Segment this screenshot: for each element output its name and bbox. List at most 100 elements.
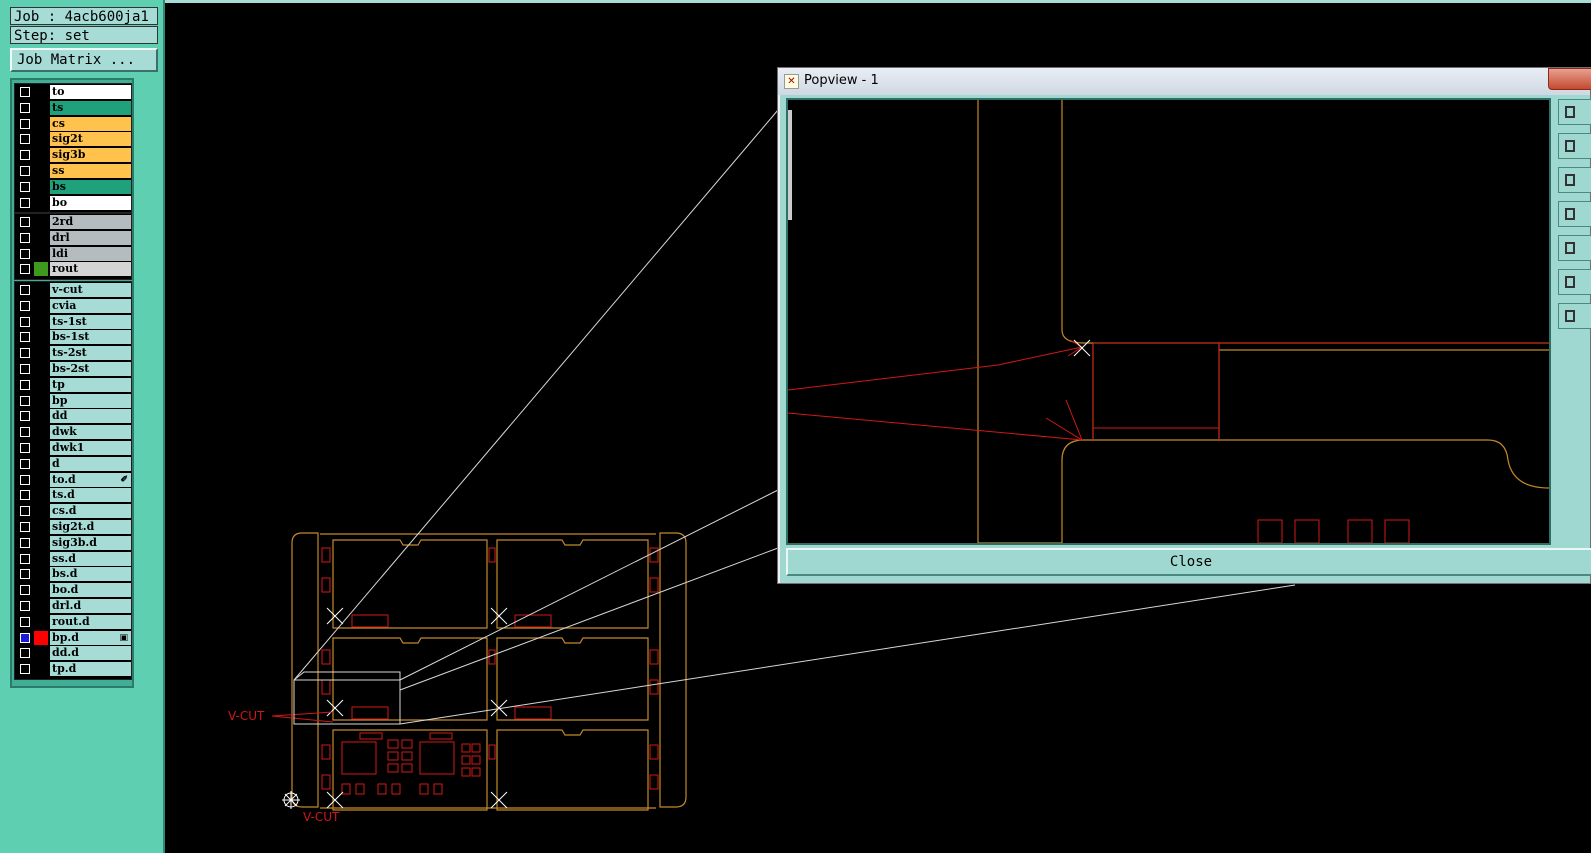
layer-row-v-cut[interactable]: v-cut [15, 283, 131, 297]
layer-color-swatch[interactable] [34, 567, 48, 582]
layer-color-swatch[interactable] [34, 362, 48, 376]
layer-name[interactable]: bs-1st [50, 330, 131, 345]
layer-color-swatch[interactable] [34, 195, 48, 210]
layer-checkbox[interactable] [20, 427, 30, 438]
layer-checkbox[interactable] [20, 648, 30, 659]
layer-color-swatch[interactable] [34, 314, 48, 329]
layer-name[interactable]: tp [50, 377, 131, 392]
layer-color-swatch[interactable] [34, 148, 48, 163]
layer-checkbox[interactable] [20, 395, 30, 406]
layer-checkbox[interactable] [20, 537, 30, 548]
layer-color-swatch[interactable] [34, 262, 48, 277]
layer-row-drl.d[interactable]: drl.d [15, 599, 131, 613]
layer-name[interactable]: bp [50, 393, 131, 408]
popview-viewport[interactable] [786, 98, 1551, 545]
layer-checkbox[interactable] [20, 364, 30, 374]
layer-name[interactable]: bs.d [50, 567, 131, 582]
layer-row-dd[interactable]: dd [15, 409, 131, 424]
layer-row-tp[interactable]: tp [15, 377, 131, 392]
layer-checkbox[interactable] [20, 664, 30, 675]
layer-row-drl[interactable]: drl [15, 230, 131, 245]
layer-name[interactable]: cs.d [50, 504, 131, 519]
layer-row-ts.d[interactable]: ts.d [15, 488, 131, 503]
layer-name[interactable]: cvia [50, 298, 131, 313]
layer-checkbox[interactable] [20, 264, 30, 275]
layer-name[interactable]: drl.d [50, 599, 131, 613]
layer-color-swatch[interactable] [34, 298, 48, 313]
layer-name[interactable]: bp.d ▣ [50, 630, 131, 645]
layer-row-bo.d[interactable]: bo.d [15, 583, 131, 598]
layer-checkbox[interactable] [20, 316, 30, 327]
layer-name[interactable]: rout [50, 262, 131, 277]
layer-checkbox[interactable] [20, 181, 30, 192]
layer-checkbox[interactable] [20, 553, 30, 564]
layer-color-swatch[interactable] [34, 488, 48, 503]
layer-color-swatch[interactable] [34, 662, 48, 677]
layer-row-bo[interactable]: bo [15, 195, 131, 210]
layer-row-cvia[interactable]: cvia [15, 298, 131, 313]
layer-row-ts[interactable]: ts [15, 100, 131, 115]
layer-checkbox[interactable] [20, 443, 30, 453]
layer-color-swatch[interactable] [34, 456, 48, 471]
layer-checkbox[interactable] [20, 506, 30, 517]
layer-name[interactable]: 2rd [50, 215, 131, 229]
layer-checkbox[interactable] [20, 458, 30, 469]
layer-color-swatch[interactable] [34, 346, 48, 361]
layer-name[interactable]: sig3b [50, 148, 131, 163]
layer-color-swatch[interactable] [34, 614, 48, 629]
home-icon[interactable] [1558, 303, 1591, 329]
layer-checkbox[interactable] [20, 166, 30, 176]
layer-checkbox[interactable] [20, 118, 30, 129]
layer-color-swatch[interactable] [34, 441, 48, 455]
window-close-button[interactable] [1548, 68, 1591, 90]
layer-color-swatch[interactable] [34, 599, 48, 613]
layer-checkbox[interactable] [20, 522, 30, 532]
layer-color-swatch[interactable] [34, 230, 48, 245]
layer-checkbox[interactable] [20, 411, 30, 422]
layer-name[interactable]: dwk [50, 425, 131, 440]
layer-color-swatch[interactable] [34, 215, 48, 229]
layer-row-bs.d[interactable]: bs.d [15, 567, 131, 582]
layer-name[interactable]: sig3b.d [50, 535, 131, 550]
layer-color-swatch[interactable] [34, 551, 48, 566]
layer-checkbox[interactable] [20, 348, 30, 359]
layer-color-swatch[interactable] [34, 179, 48, 194]
layer-name[interactable]: ts-2st [50, 346, 131, 361]
layer-row-bs-2st[interactable]: bs-2st [15, 362, 131, 376]
layer-name[interactable]: cs [50, 116, 131, 131]
layer-checkbox[interactable] [20, 585, 30, 596]
layer-row-ts-2st[interactable]: ts-2st [15, 346, 131, 361]
layer-row-d[interactable]: d [15, 456, 131, 471]
layer-color-swatch[interactable] [34, 583, 48, 598]
layer-checkbox[interactable] [20, 87, 30, 97]
layer-checkbox[interactable] [20, 300, 30, 311]
layer-name[interactable]: tp.d [50, 662, 131, 677]
layer-color-swatch[interactable] [34, 393, 48, 408]
layer-name[interactable]: bo.d [50, 583, 131, 598]
zoom-out-icon[interactable] [1558, 167, 1591, 193]
layer-row-rout.d[interactable]: rout.d [15, 614, 131, 629]
layer-checkbox[interactable] [20, 102, 30, 113]
layer-color-swatch[interactable] [34, 246, 48, 261]
layer-checkbox[interactable] [20, 490, 30, 501]
layer-name[interactable]: ts.d [50, 488, 131, 503]
layer-checkbox[interactable] [20, 232, 30, 243]
layer-row-to[interactable]: to [15, 85, 131, 99]
layer-color-swatch[interactable] [34, 164, 48, 178]
layer-color-swatch[interactable] [34, 100, 48, 115]
layer-row-2rd[interactable]: 2rd [15, 215, 131, 229]
layer-name[interactable]: ts-1st [50, 314, 131, 329]
layer-color-swatch[interactable] [34, 409, 48, 424]
layer-name[interactable]: sig2t.d [50, 520, 131, 534]
layer-name[interactable]: v-cut [50, 283, 131, 297]
layer-row-to.d[interactable]: to.d ✐ [15, 472, 131, 487]
layer-name[interactable]: to.d ✐ [50, 472, 131, 487]
layer-row-sig2t[interactable]: sig2t [15, 132, 131, 147]
layer-color-swatch[interactable] [34, 535, 48, 550]
layer-color-swatch[interactable] [34, 330, 48, 345]
job-matrix-button[interactable]: Job Matrix ... [10, 48, 158, 72]
layer-color-swatch[interactable] [34, 85, 48, 99]
layer-row-dd.d[interactable]: dd.d [15, 646, 131, 661]
layer-row-sig3b[interactable]: sig3b [15, 148, 131, 163]
zoom-icon[interactable] [1558, 99, 1591, 125]
